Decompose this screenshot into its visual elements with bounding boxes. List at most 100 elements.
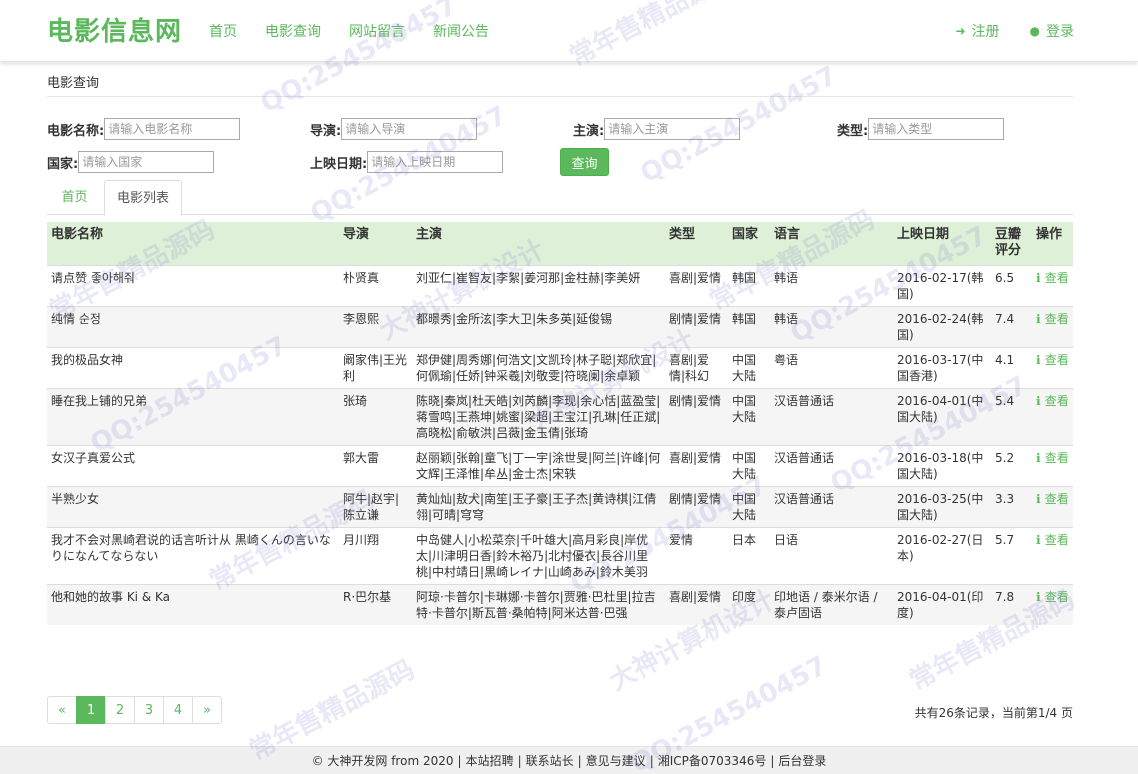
footer-link-admin[interactable]: 后台登录 <box>778 754 826 768</box>
cell-director: R·巴尔基 <box>339 583 412 625</box>
info-icon: ℹ <box>1036 311 1045 326</box>
cell-type: 喜剧|爱情 <box>665 444 728 486</box>
cell-name: 我才不会对黑崎君说的话言听计从 黒崎くんの言いなりになんてならない <box>47 526 339 584</box>
cell-director: 郭大雷 <box>339 444 412 486</box>
nav-news[interactable]: 新闻公告 <box>433 21 489 41</box>
footer-link-feedback[interactable]: 意见与建议 <box>586 754 646 768</box>
view-link[interactable]: ℹ 查看 <box>1032 264 1073 306</box>
table-row: 我的极品女神 阚家伟|王光利 郑伊健|周秀娜|何浩文|文凯玲|林子聪|郑欣宜|何佩瑜… <box>47 346 1073 388</box>
login-link[interactable]: ● 登录 <box>1030 21 1074 41</box>
user-nav: ➜ 注册 ● 登录 <box>955 21 1074 41</box>
col-header-name: 电影名称 <box>47 222 339 265</box>
info-icon: ℹ <box>1036 532 1045 547</box>
view-link[interactable]: ℹ 查看 <box>1032 485 1073 527</box>
register-link[interactable]: ➜ 注册 <box>955 21 999 41</box>
nav-home[interactable]: 首页 <box>209 21 237 41</box>
cell-name: 睡在我上铺的兄弟 <box>47 387 339 445</box>
cell-date: 2016-03-25(中国大陆) <box>893 485 991 527</box>
cell-lang: 印地语 / 泰米尔语 / 泰卢固语 <box>770 583 893 625</box>
type-label: 类型: <box>837 123 869 139</box>
name-label: 电影名称: <box>47 123 105 139</box>
view-label: 查看 <box>1044 352 1069 367</box>
col-header-director: 导演 <box>339 222 412 265</box>
info-icon: ℹ <box>1036 450 1045 465</box>
view-link[interactable]: ℹ 查看 <box>1032 305 1073 347</box>
page-2[interactable]: 2 <box>105 696 135 724</box>
table-row: 半熟少女 阿牛|赵宇|陈立谦 黄灿灿|敖犬|南笙|王子豪|王子杰|黄诗棋|江倩翎|可… <box>47 485 1073 527</box>
view-label: 查看 <box>1044 532 1069 547</box>
cell-date: 2016-02-27(日本) <box>893 526 991 584</box>
col-header-score: 豆瓣评分 <box>991 222 1032 265</box>
footer-link-contact[interactable]: 联系站长 <box>526 754 574 768</box>
cell-country: 中国大陆 <box>728 346 770 388</box>
cell-actors: 刘亚仁|崔智友|李絮|姜河那|金柱赫|李美妍 <box>412 264 665 306</box>
cell-name: 我的极品女神 <box>47 346 339 388</box>
cell-country: 韩国 <box>728 305 770 347</box>
cell-director: 月川翔 <box>339 526 412 584</box>
country-label: 国家: <box>47 156 79 172</box>
page-1[interactable]: 1 <box>76 696 106 724</box>
tab-home[interactable]: 首页 <box>47 180 102 215</box>
page-4[interactable]: 4 <box>163 696 193 724</box>
info-icon: ℹ <box>1036 393 1045 408</box>
info-icon: ℹ <box>1036 589 1045 604</box>
cell-country: 中国大陆 <box>728 387 770 445</box>
site-logo[interactable]: 电影信息网 <box>47 11 182 48</box>
nav-movie-search[interactable]: 电影查询 <box>265 21 321 41</box>
movie-table: 电影名称 导演 主演 类型 国家 语言 上映日期 豆瓣评分 操作 请点赞 좋아해… <box>47 222 1073 625</box>
page-prev[interactable]: « <box>47 696 77 724</box>
sign-in-icon: ➜ <box>955 24 966 38</box>
cell-country: 中国大陆 <box>728 485 770 527</box>
date-field-group: 上映日期: <box>310 151 504 173</box>
breadcrumb: 电影查询 <box>47 76 100 91</box>
cell-lang: 日语 <box>770 526 893 584</box>
page-next[interactable]: » <box>192 696 222 724</box>
cell-score: 5.2 <box>991 444 1032 486</box>
table-row: 他和她的故事 Ki & Ka R·巴尔基 阿琼·卡普尔|卡琳娜·卡普尔|贾雅·巴杜里… <box>47 583 1073 625</box>
cell-score: 5.7 <box>991 526 1032 584</box>
cell-score: 7.4 <box>991 305 1032 347</box>
table-row: 我才不会对黑崎君说的话言听计从 黒崎くんの言いなりになんてならない 月川翔 中岛健人… <box>47 526 1073 584</box>
cell-director: 李恩熙 <box>339 305 412 347</box>
col-header-language: 语言 <box>770 222 893 265</box>
view-label: 查看 <box>1044 491 1069 506</box>
view-link[interactable]: ℹ 查看 <box>1032 387 1073 445</box>
footer-copyright: © 大神开发网 from 2020 <box>311 754 454 768</box>
cell-type: 剧情|爱情 <box>665 485 728 527</box>
cell-lang: 粤语 <box>770 346 893 388</box>
view-link[interactable]: ℹ 查看 <box>1032 444 1073 486</box>
cell-name: 纯情 순정 <box>47 305 339 347</box>
footer-link-icp[interactable]: 湘ICP备0703346号 <box>658 754 767 768</box>
col-header-type: 类型 <box>665 222 728 265</box>
director-input[interactable] <box>341 118 478 140</box>
type-input[interactable] <box>868 118 1005 140</box>
movie-name-input[interactable] <box>104 118 241 140</box>
footer-link-jobs[interactable]: 本站招聘 <box>466 754 514 768</box>
tab-movie-list[interactable]: 电影列表 <box>104 180 182 216</box>
view-link[interactable]: ℹ 查看 <box>1032 526 1073 584</box>
type-field-group: 类型: <box>837 118 1005 140</box>
actor-field-group: 主演: <box>573 118 741 140</box>
nav-guestbook[interactable]: 网站留言 <box>349 21 405 41</box>
breadcrumb-divider <box>47 96 1073 97</box>
col-header-country: 国家 <box>728 222 770 265</box>
director-label: 导演: <box>310 123 342 139</box>
table-body: 请点赞 좋아해줘 朴贤真 刘亚仁|崔智友|李絮|姜河那|金柱赫|李美妍 喜剧|爱情 韩国… <box>47 264 1073 625</box>
table-row: 女汉子真爱公式 郭大雷 赵丽颖|张翰|童飞|丁一宇|涂世旻|阿兰|许峰|何文辉|王泽… <box>47 444 1073 486</box>
page-3[interactable]: 3 <box>134 696 164 724</box>
cell-actors: 都暻秀|金所泫|李大卫|朱多英|延俊锡 <box>412 305 665 347</box>
cell-score: 6.5 <box>991 264 1032 306</box>
country-input[interactable] <box>78 151 215 173</box>
cell-country: 印度 <box>728 583 770 625</box>
cell-lang: 汉语普通话 <box>770 444 893 486</box>
view-link[interactable]: ℹ 查看 <box>1032 346 1073 388</box>
cell-actors: 赵丽颖|张翰|童飞|丁一宇|涂世旻|阿兰|许峰|何文辉|王泽惟|牟丛|金士杰|宋… <box>412 444 665 486</box>
cell-type: 喜剧|爱情|科幻 <box>665 346 728 388</box>
actor-input[interactable] <box>604 118 741 140</box>
cell-director: 阿牛|赵宇|陈立谦 <box>339 485 412 527</box>
view-link[interactable]: ℹ 查看 <box>1032 583 1073 625</box>
release-date-input[interactable] <box>367 151 504 173</box>
cell-actors: 阿琼·卡普尔|卡琳娜·卡普尔|贾雅·巴杜里|拉吉特·卡普尔|斯瓦普·桑帕特|阿米… <box>412 583 665 625</box>
info-icon: ℹ <box>1036 352 1045 367</box>
query-button[interactable]: 查询 <box>560 148 609 176</box>
